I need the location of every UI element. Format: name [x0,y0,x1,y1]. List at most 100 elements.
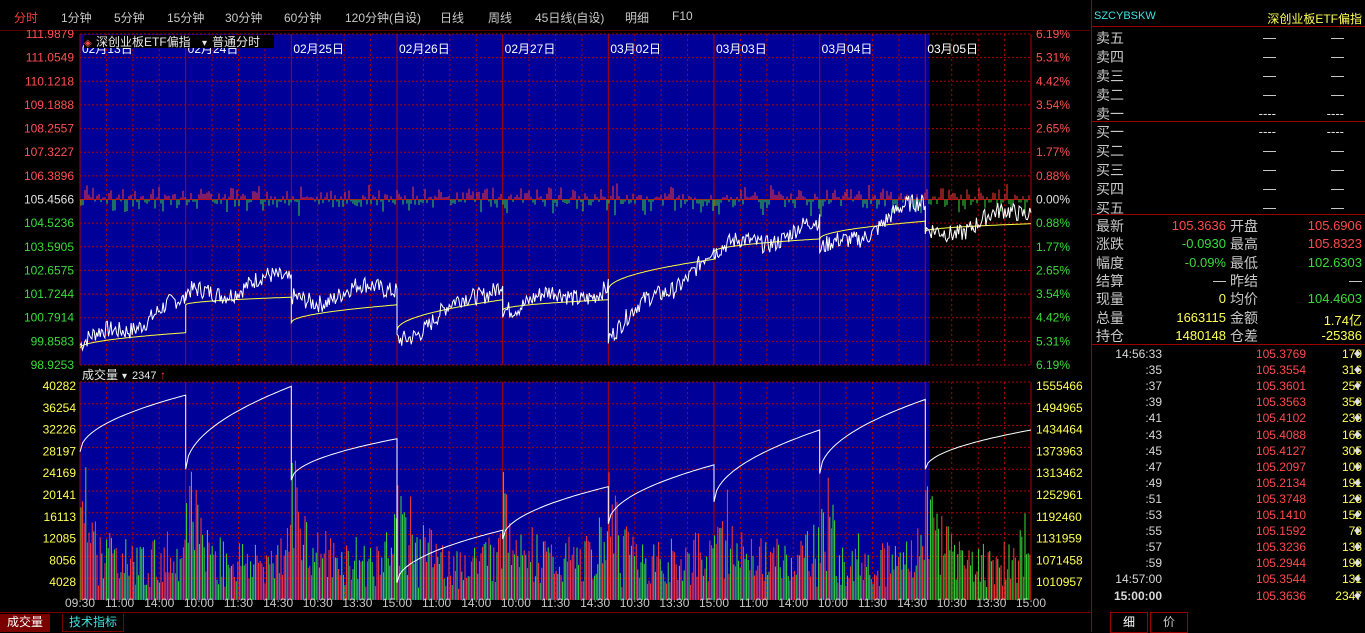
time-axis-label: 14:30 [580,596,610,610]
quote-value: 102.6303 [1307,254,1362,270]
tick-price: 105.1410 [1255,508,1306,522]
quote-value: — [1349,272,1362,288]
percent-axis-label: 3.54% [1036,98,1070,112]
ask-volume: — [1331,30,1344,45]
position-axis-label: 1071458 [1036,553,1083,567]
quote-value: 1.74亿 [1323,312,1362,328]
ask-volume: — [1331,49,1344,64]
tab-ticks[interactable]: 细 [1110,612,1148,633]
tab-period-11[interactable]: F10 [672,9,693,23]
price-axis-label: 101.7244 [24,287,74,301]
ask-volume: — [1331,68,1344,83]
bid-label: 买一 [1096,125,1124,141]
tab-volume[interactable]: 成交量 [0,614,51,632]
time-axis-label: 11:00 [422,596,451,610]
position-axis-label: 1373963 [1036,444,1083,458]
day-label: 02月26日 [399,42,450,56]
tab-period-9[interactable]: 45日线(自设) [535,9,604,26]
tick-direction-icon: ◆ [1354,412,1361,423]
price-axis-label: 98.9253 [31,358,75,372]
tick-price: 105.2134 [1255,475,1306,490]
time-axis-label: 10:30 [620,596,650,610]
time-axis-label: 10:30 [937,596,967,610]
percent-axis-label: 0.88% [1036,216,1070,230]
bid-label: 买三 [1096,163,1124,179]
time-axis-label: 15:00 [1016,596,1046,610]
tab-period-3[interactable]: 15分钟 [167,9,204,26]
period-toolbar: 分时 1分钟 5分钟 15分钟 30分钟 60分钟 120分钟(自设) 日线 周线 45日线(自设… [0,0,1090,31]
quote-value: -0.09% [1184,254,1226,270]
day-label: 03月04日 [822,42,873,56]
day-label: 03月05日 [927,42,978,56]
tab-price[interactable]: 价 [1150,612,1188,633]
percent-axis-label: 3.54% [1036,287,1070,301]
tab-technical-indicators[interactable]: 技术指标 [62,614,125,632]
quote-value: 105.6906 [1307,218,1362,233]
tick-direction-icon: ◆ [1354,541,1361,552]
position-axis-label: 1555466 [1036,379,1083,393]
tab-intraday[interactable]: 分时 [14,9,38,26]
time-axis-label: 10:00 [818,596,848,610]
tick-time: :53 [1145,508,1162,522]
position-axis-label: 1010957 [1036,575,1083,589]
tick-time: :43 [1145,427,1162,442]
percent-axis-label: 0.88% [1036,169,1070,183]
tick-price: 105.3544 [1255,572,1306,587]
ask-label: 卖五 [1096,31,1124,47]
tick-time: 15:00:00 [1113,588,1162,603]
price-axis-label: 104.5236 [24,216,74,230]
tab-period-10[interactable]: 明细 [625,9,649,26]
time-axis-label: 14:30 [897,596,927,610]
time-axis-label: 13:30 [976,596,1006,610]
tick-direction-icon: ◆ [1354,509,1361,519]
percent-axis-label: 6.19% [1036,30,1070,41]
tab-period-7[interactable]: 日线 [440,9,464,26]
tab-period-6[interactable]: 120分钟(自设) [345,9,421,26]
day-label: 03月03日 [716,42,767,56]
tick-direction-icon: ◆ [1354,444,1361,455]
tab-period-1[interactable]: 1分钟 [61,9,92,26]
tick-direction-icon: ◆ [1354,348,1361,358]
tick-time: :41 [1145,411,1162,426]
tab-period-8[interactable]: 周线 [488,9,512,26]
percent-axis-label: 0.00% [1036,193,1070,207]
tick-time: :49 [1145,475,1162,490]
ask-label: 卖三 [1096,69,1124,85]
quote-label: 持仓 [1096,328,1124,345]
volume-axis-label: 24169 [43,466,77,480]
quote-label: 均价 [1230,292,1258,309]
chart-mode-label: 普通分时 [212,35,260,49]
tick-price: 105.3748 [1255,491,1306,506]
bid-volume: — [1331,143,1344,158]
quote-value: — [1213,272,1226,288]
percent-axis-label: 5.31% [1036,334,1070,348]
volume-title: 成交量 [82,367,118,382]
time-axis-label: 13:30 [659,596,689,610]
ask-volume: ---- [1326,106,1344,121]
tick-time: :35 [1145,363,1162,378]
volume-axis-label: 28197 [43,444,77,458]
volume-axis-label: 4028 [49,575,76,589]
tab-period-4[interactable]: 30分钟 [225,9,262,26]
instrument-title: 深创业板ETF偏指 [96,34,191,49]
tab-period-5[interactable]: 60分钟 [284,9,321,26]
time-axis-label: 14:00 [461,596,491,610]
tick-price: 105.3601 [1255,379,1306,394]
tick-price: 105.3769 [1255,347,1306,361]
bid-volume: ---- [1326,124,1344,139]
tab-period-2[interactable]: 5分钟 [114,9,145,26]
bid-volume: — [1331,200,1344,215]
ask-volume: — [1331,87,1344,102]
position-axis-label: 1131959 [1036,532,1082,546]
tick-time: :39 [1145,395,1162,410]
percent-axis-label: 4.42% [1036,311,1070,325]
tick-direction-icon: ◆ [1354,557,1361,568]
quote-label: 现量 [1096,292,1124,309]
tick-direction-icon: ◆ [1354,492,1361,503]
tick-direction-icon: ◆ [1354,364,1361,375]
symbol-name: 深创业板ETF偏指 [1267,12,1362,26]
time-axis-label: 11:30 [224,596,253,610]
quote-value: 0 [1218,291,1226,307]
time-axis-label: 14:00 [144,596,174,610]
up-arrow-icon: ↑ [160,368,166,382]
